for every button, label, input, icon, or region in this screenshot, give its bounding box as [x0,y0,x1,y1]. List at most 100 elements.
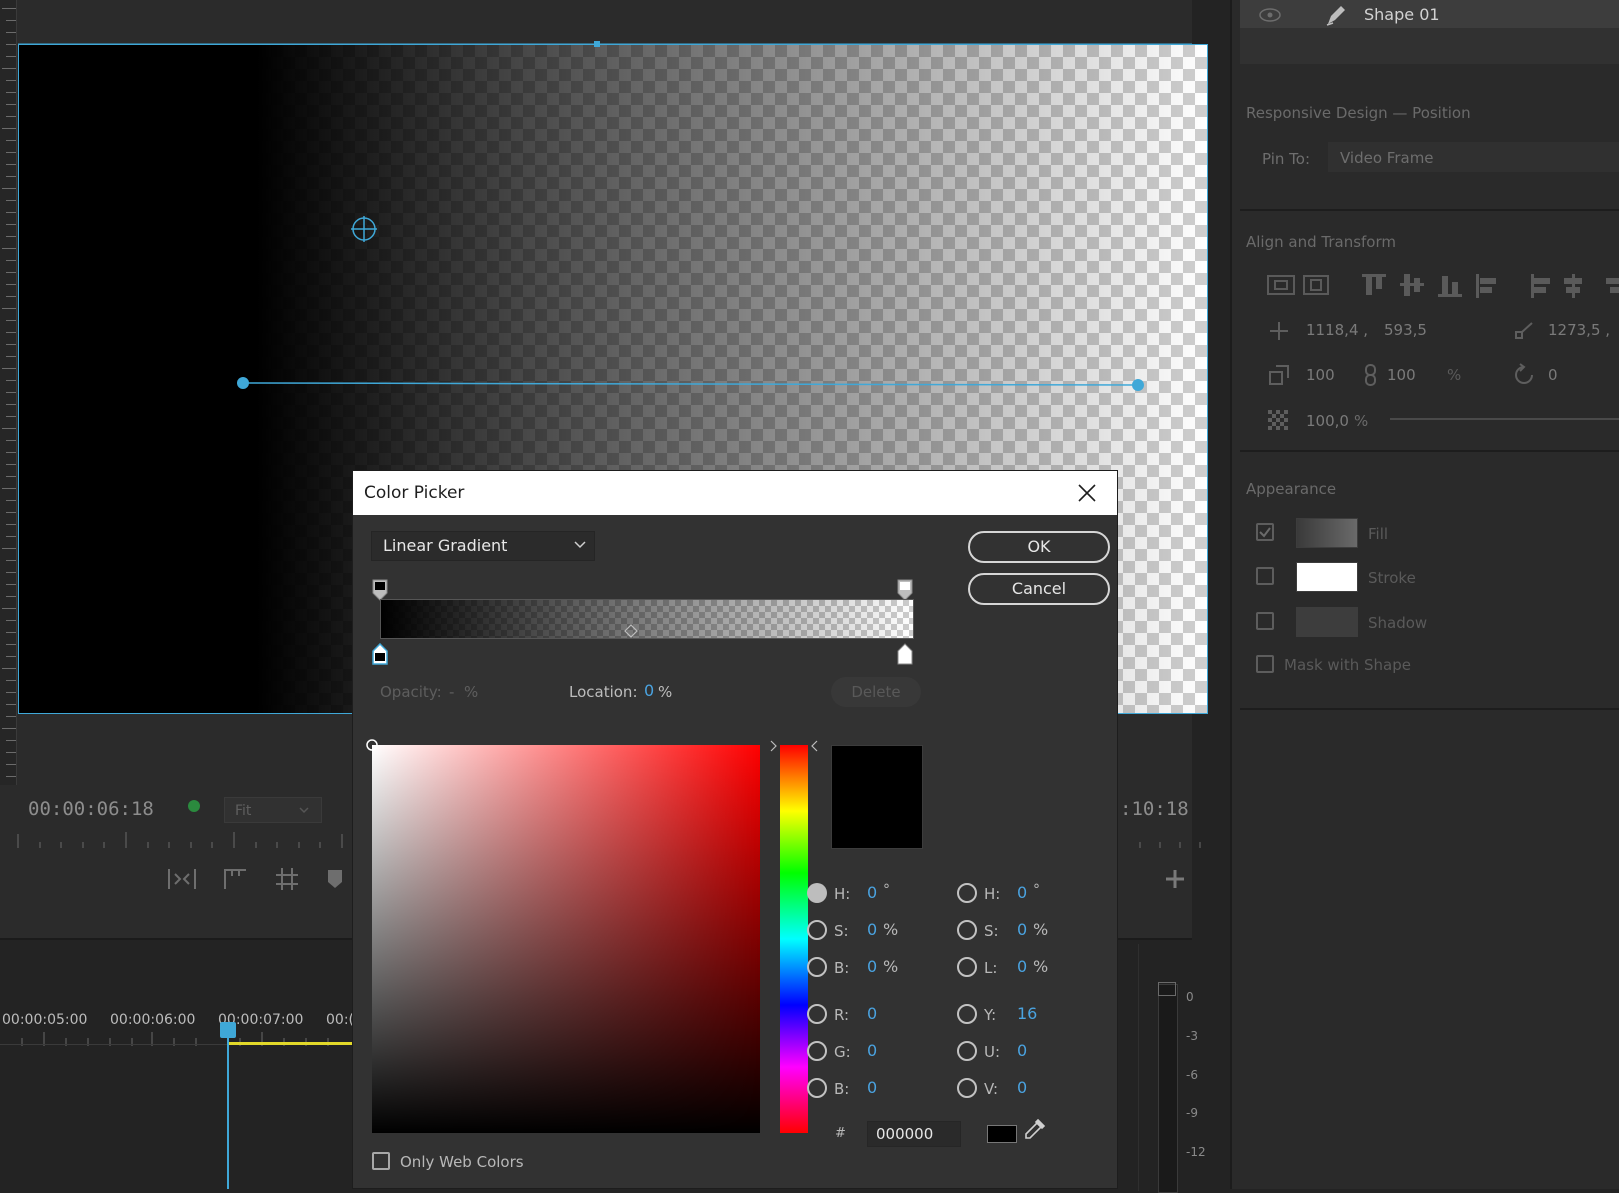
section-divider [1240,209,1619,211]
rgb-b-radio[interactable] [807,1078,827,1098]
fill-label: Fill [1368,525,1389,543]
hsb-s-radio[interactable] [807,920,827,940]
opacity-slider[interactable] [1390,418,1619,420]
anchor-point-icon[interactable] [351,216,377,242]
gradient-end-handle[interactable] [1132,379,1144,391]
stroke-checkbox[interactable] [1256,567,1274,585]
top-center-handle[interactable] [594,41,600,47]
rgb-g-radio[interactable] [807,1041,827,1061]
hex-label: # [835,1126,846,1141]
hsl-h-unit: ° [1033,882,1040,898]
align-icons-row [1267,274,1619,298]
hsl-h-value[interactable]: 0 [1017,883,1027,902]
stroke-swatch[interactable] [1296,562,1358,592]
layer-list-empty [1240,28,1619,64]
zoom-select[interactable]: Fit [224,797,322,823]
hsb-b-value[interactable]: 0 [867,957,877,976]
yuv-v-radio[interactable] [957,1078,977,1098]
color-field-cursor[interactable] [366,739,380,753]
link-icon[interactable] [1364,363,1378,387]
saturation-brightness-field[interactable] [372,745,760,1133]
shadow-swatch[interactable] [1296,607,1358,637]
chevron-down-icon [299,807,309,814]
scale-width-value[interactable]: 100 [1306,366,1335,384]
opacity-stop-right[interactable] [897,579,913,601]
pin-to-select[interactable]: Video Frame [1328,142,1619,172]
hue-slider-arrows[interactable] [769,739,819,753]
ok-button[interactable]: OK [968,531,1110,563]
timeline-time-label: 00:( [326,1012,354,1028]
hsl-s-value[interactable]: 0 [1017,920,1027,939]
gradient-start-handle[interactable] [237,377,249,389]
monitor-time-ruler-right[interactable] [1136,824,1206,850]
hsb-b-radio[interactable] [807,957,827,977]
color-stop-left[interactable] [372,643,388,665]
yuv-u-radio[interactable] [957,1041,977,1061]
position-y-value[interactable]: 593,5 [1384,321,1427,339]
cancel-button[interactable]: Cancel [968,573,1110,605]
eye-icon[interactable] [1258,8,1282,22]
rotation-value[interactable]: 0 [1548,366,1558,384]
only-web-colors-checkbox[interactable] [372,1152,390,1170]
gradient-type-value: Linear Gradient [383,536,508,555]
location-label: Location: [569,683,638,701]
marker-icon[interactable] [326,868,344,890]
current-timecode[interactable]: 00:00:06:18 [28,798,154,820]
lift-icon[interactable] [222,866,250,892]
opacity-stop-left[interactable] [372,579,388,601]
yuv-y-radio[interactable] [957,1004,977,1024]
location-value[interactable]: 0 [644,681,654,700]
rgb-g-value[interactable]: 0 [867,1041,877,1060]
rgb-b-label: B: [834,1080,850,1098]
yuv-u-value[interactable]: 0 [1017,1041,1027,1060]
gradient-type-select[interactable]: Linear Gradient [371,531,595,561]
scale-height-value[interactable]: 100 [1387,366,1416,384]
monitor-time-ruler[interactable] [16,824,356,850]
shadow-checkbox[interactable] [1256,612,1274,630]
mask-checkbox[interactable] [1256,655,1274,673]
position-x-value[interactable]: 1118,4 , [1306,321,1368,339]
grid-icon[interactable] [274,866,300,892]
delete-button[interactable]: Delete [831,677,921,707]
gradient-ramp[interactable] [380,599,914,639]
hsb-h-value[interactable]: 0 [867,883,877,902]
rgb-r-radio[interactable] [807,1004,827,1024]
hex-input[interactable]: 000000 [867,1121,961,1147]
fill-swatch[interactable] [1296,518,1358,548]
insert-icon[interactable] [166,866,198,892]
color-stop-right[interactable] [897,643,913,665]
hsl-l-radio[interactable] [957,957,977,977]
section-divider [1240,708,1619,710]
layer-row[interactable]: Shape 01 [1240,0,1619,28]
yuv-y-value[interactable]: 16 [1017,1004,1037,1023]
playhead-handle[interactable] [220,1022,236,1038]
hsb-s-value[interactable]: 0 [867,920,877,939]
eyedropper-icon[interactable] [1023,1117,1047,1141]
anchor-x-value[interactable]: 1273,5 , [1548,321,1610,339]
opacity-value[interactable]: 100,0 [1306,412,1349,430]
dialog-titlebar[interactable]: Color Picker [353,471,1117,515]
anchor-icon [1515,322,1533,339]
stroke-label: Stroke [1368,569,1416,587]
add-button-icon[interactable] [1164,868,1186,890]
midpoint-diamond[interactable] [624,624,638,638]
opacity-unit: % [1354,412,1369,430]
rgb-r-value[interactable]: 0 [867,1004,877,1023]
ruler-tick [6,764,16,765]
yuv-v-value[interactable]: 0 [1017,1078,1027,1097]
rotation-icon [1515,363,1533,384]
meter-separator [1138,944,1139,1191]
pin-to-value: Video Frame [1340,149,1434,167]
hue-slider[interactable] [780,745,808,1133]
work-area-bar[interactable] [228,1042,352,1045]
hsl-s-radio[interactable] [957,920,977,940]
hsb-h-radio[interactable] [807,883,827,903]
hsb-h-label: H: [834,885,851,903]
rgb-b-value[interactable]: 0 [867,1078,877,1097]
fill-checkbox[interactable] [1256,523,1274,541]
playhead-line[interactable] [227,1036,229,1189]
hsl-l-value[interactable]: 0 [1017,957,1027,976]
duration-timecode: :10:18 [1120,798,1189,820]
close-icon[interactable] [1075,481,1099,505]
hsl-h-radio[interactable] [957,883,977,903]
